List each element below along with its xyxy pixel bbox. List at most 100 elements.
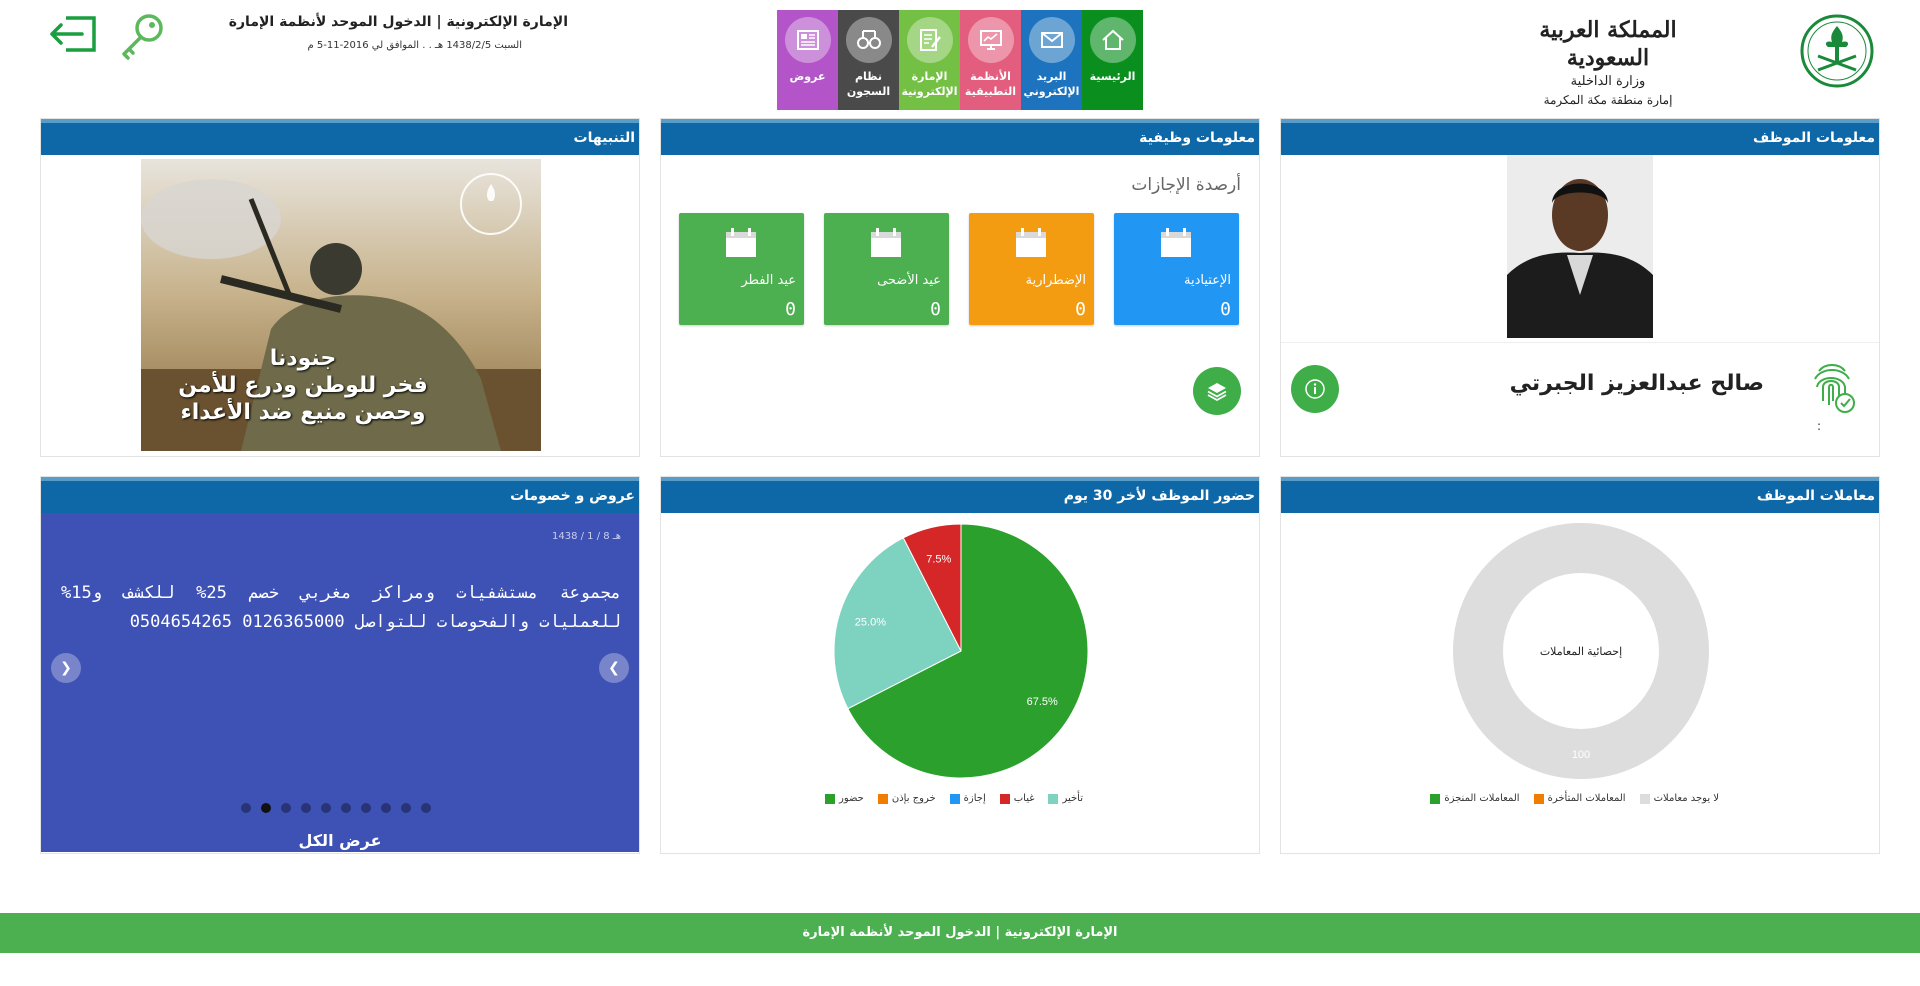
legend-label: المعاملات المنجزة (1444, 793, 1520, 804)
calendar-icon (1016, 228, 1046, 257)
carousel-indicators (241, 803, 431, 813)
legend-item: المعاملات المتأخرة (1533, 793, 1626, 804)
header-date: السبت 1438/2/5 هـ . . الموافق لي 2016-11… (307, 40, 522, 51)
carousel-dot[interactable] (261, 803, 271, 813)
carousel-dot[interactable] (401, 803, 411, 813)
nav-tile-2[interactable]: الأنظمة التطبيقية (960, 10, 1021, 110)
donut-value-label: 100 (1572, 749, 1590, 761)
attendance-legend: تأخير غياب إجازة خروج بإذن حضور (825, 793, 1083, 804)
transactions-panel: معاملات الموظف إحصائية المعاملات 100 لا ي… (1280, 476, 1880, 854)
legend-item: حضور (825, 793, 864, 804)
legend-item: إجازة (949, 793, 986, 804)
alerts-panel: التنبيهات جنودنا فخر للوطن ودرع للأمن وح… (40, 118, 640, 457)
leave-balances: الإعتيادية 0 الإضطرارية 0 عيد الأضحى 0 عيد الف… (679, 213, 1239, 325)
leave-balance-value: 0 (1075, 299, 1086, 320)
carousel-dot[interactable] (241, 803, 251, 813)
carousel-dot[interactable] (381, 803, 391, 813)
transactions-donut-chart: إحصائية المعاملات 100 (1453, 523, 1709, 779)
carousel-next-button[interactable]: ❯ (599, 653, 629, 683)
ministry-wordmark: المملكة العربية السعودية وزارة الداخلية … (1528, 16, 1688, 110)
alert-banner-image[interactable]: جنودنا فخر للوطن ودرع للأمن وحصن منيع ضد… (141, 159, 541, 451)
legend-label: حضور (839, 793, 864, 804)
leave-type-label: الإضطرارية (1025, 273, 1086, 288)
logout-icon[interactable] (48, 14, 100, 54)
legend-swatch (1639, 793, 1650, 804)
handcuffs-icon (845, 17, 892, 63)
employee-details-button[interactable] (1291, 365, 1339, 413)
monitor-chart-icon (967, 17, 1014, 63)
leave-card[interactable]: عيد الأضحى 0 (824, 213, 949, 325)
legend-swatch (1430, 793, 1441, 804)
legend-item: المعاملات المنجزة (1430, 793, 1520, 804)
carousel-dot[interactable] (301, 803, 311, 813)
leave-balance-value: 0 (785, 299, 796, 320)
document-edit-icon (906, 17, 953, 63)
legend-label: غياب (1013, 793, 1035, 804)
carousel-dot[interactable] (321, 803, 331, 813)
nav-tile-3[interactable]: الإمارة الإلكترونية (899, 10, 960, 110)
employee-id-separator: : (1816, 419, 1821, 433)
carousel-dot[interactable] (421, 803, 431, 813)
legend-item: خروج بإذن (877, 793, 936, 804)
carousel-dot[interactable] (361, 803, 371, 813)
page-header: المملكة العربية السعودية وزارة الداخلية … (0, 0, 1920, 118)
carousel-prev-button[interactable]: ❮ (51, 653, 81, 683)
legend-swatch (1048, 793, 1059, 804)
pie-slice-label: 67.5% (1027, 696, 1058, 708)
nav-tile-0[interactable]: الرئيسية (1082, 10, 1143, 110)
newspaper-icon (784, 17, 831, 63)
legend-item: لا يوجد معاملات (1639, 793, 1719, 804)
job-info-heading: معلومات وظيفية (661, 119, 1259, 155)
nav-tile-label: عروض (789, 70, 826, 83)
more-job-info-button[interactable] (1193, 367, 1241, 415)
legend-swatch (825, 793, 835, 804)
legend-label: المعاملات المتأخرة (1547, 793, 1626, 804)
saudi-emblem-logo (1800, 14, 1874, 88)
nav-tile-label: الأنظمة التطبيقية (964, 70, 1017, 98)
leave-balances-title: أرصدة الإجازات (1131, 175, 1241, 195)
nav-tile-4[interactable]: نظام السجون (838, 10, 899, 110)
ministry-line-3: إمارة منطقة مكة المكرمة (1543, 93, 1673, 107)
employee-name: صالح عبدالعزيز الجبرتي (1509, 371, 1764, 396)
caption-line-2: فخر للوطن ودرع للأمن (178, 373, 428, 398)
layers-icon (1207, 383, 1227, 402)
nav-tile-1[interactable]: البريد الإلكتروني (1021, 10, 1082, 110)
ministry-line-2: وزارة الداخلية (1570, 74, 1646, 89)
transactions-heading: معاملات الموظف (1281, 477, 1879, 513)
legend-label: خروج بإذن (891, 793, 936, 804)
leave-card[interactable]: الإعتيادية 0 (1114, 213, 1239, 325)
calendar-icon (871, 228, 901, 257)
legend-item: تأخير (1048, 793, 1083, 804)
legend-label: تأخير (1062, 793, 1083, 804)
alert-banner-caption: جنودنا فخر للوطن ودرع للأمن وحصن منيع ضد… (153, 345, 453, 426)
attendance-panel: حضور الموظف لأخر 30 يوم 67.5% 25.0% 7.5% ت… (660, 476, 1260, 854)
offers-heading: عروض و خصومات (41, 477, 639, 513)
calendar-icon (1161, 228, 1191, 257)
leave-type-label: عيد الأضحى (877, 273, 941, 288)
leave-type-label: عيد الفطر (741, 273, 796, 288)
leave-type-label: الإعتيادية (1184, 273, 1231, 288)
view-all-offers-link[interactable]: عرض الكل (41, 831, 639, 850)
caption-line-3: وحصن منيع ضد الأعداء (180, 400, 426, 425)
pie-slice-label: 7.5% (926, 553, 951, 565)
pie-slice-label: 25.0% (855, 617, 886, 629)
home-icon (1089, 17, 1136, 63)
employee-info-panel: معلومات الموظف : صالح عبدالعزيز الجبرتي (1280, 118, 1880, 457)
key-icon[interactable] (116, 10, 168, 62)
offer-text[interactable]: مجموعة مستشفيات ومراكز مغربي خصم 25% للك… (61, 579, 621, 637)
transactions-legend: لا يوجد معاملات المعاملات المتأخرة المعامل… (1430, 793, 1719, 804)
legend-item: غياب (999, 793, 1035, 804)
carousel-dot[interactable] (281, 803, 291, 813)
carousel-dot[interactable] (341, 803, 351, 813)
legend-swatch (999, 793, 1010, 804)
leave-balance-value: 0 (930, 299, 941, 320)
caption-line-1: جنودنا (269, 346, 337, 371)
employee-photo (1507, 155, 1653, 338)
leave-card[interactable]: عيد الفطر 0 (679, 213, 804, 325)
leave-card[interactable]: الإضطرارية 0 (969, 213, 1094, 325)
alerts-heading: التنبيهات (41, 119, 639, 155)
main-nav: الرئيسية البريد الإلكتروني الأنظمة التطبيق… (777, 10, 1143, 110)
legend-swatch (877, 793, 888, 804)
offers-carousel: 1438 / 1 / 8 هـ مجموعة مستشفيات ومراكز م… (41, 513, 639, 852)
nav-tile-5[interactable]: عروض (777, 10, 838, 110)
